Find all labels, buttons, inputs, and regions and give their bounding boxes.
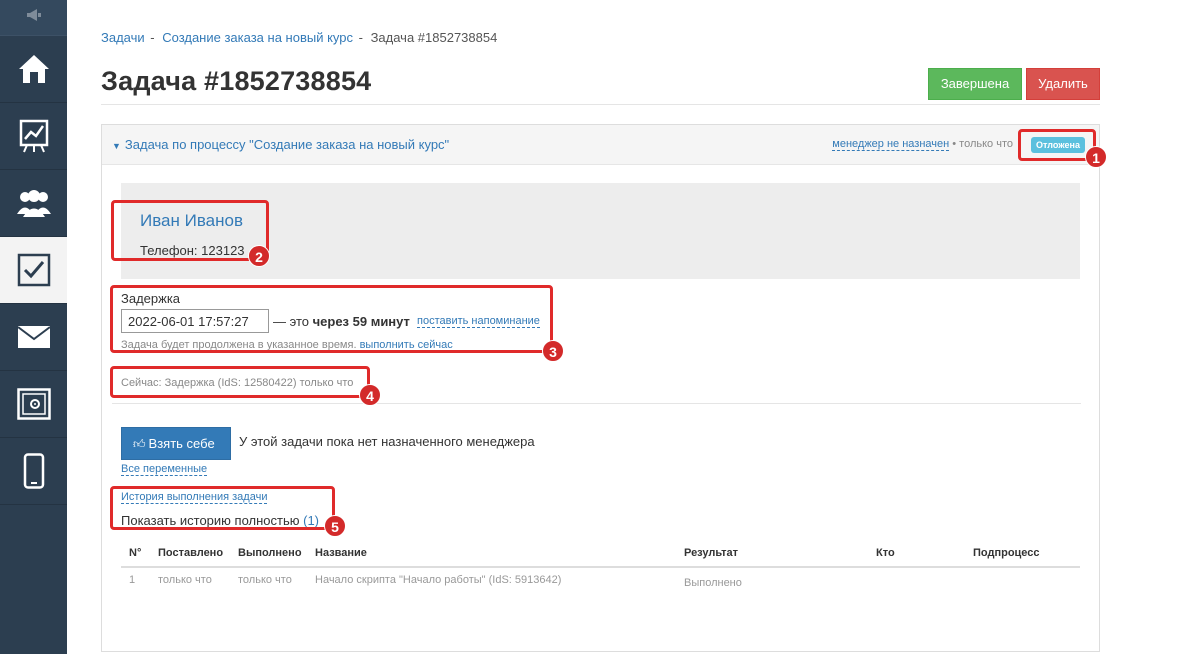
current-status: Сейчас: Задержка (IdS: 12580422) только …	[121, 377, 354, 389]
no-manager-text: У этой задачи пока нет назначенного мене…	[239, 434, 535, 449]
checkbox-icon	[17, 253, 51, 287]
table-cell	[868, 567, 965, 597]
thumbs-up-icon: 👍︎	[133, 437, 146, 451]
delay-datetime-input[interactable]	[121, 309, 269, 333]
take-task-button[interactable]: 👍︎ Взять себе	[121, 427, 231, 460]
column-header: Кто	[868, 539, 965, 568]
table-cell: Начало скрипта "Начало работы" (IdS: 591…	[315, 574, 562, 586]
client-name-link[interactable]: Иван Иванов	[140, 211, 243, 231]
manager-link[interactable]: менеджер не назначен	[832, 138, 950, 151]
column-header: Подпроцесс	[965, 539, 1080, 568]
table-row: 1 только что только что Начало скрипта "…	[121, 567, 1080, 597]
annotation-number: 2	[248, 245, 270, 267]
sidebar-item-mobile[interactable]	[0, 438, 67, 505]
main-content: Задачи - Создание заказа на новый курс -…	[101, 0, 1100, 654]
breadcrumb-link-process[interactable]: Создание заказа на новый курс	[162, 30, 353, 45]
show-full-history-link[interactable]: Показать историю полностью (1)	[121, 513, 319, 528]
history-count: (1)	[303, 513, 319, 528]
annotation-number: 1	[1085, 146, 1107, 168]
table-cell: только что	[158, 574, 212, 586]
megaphone-icon	[25, 8, 43, 27]
caret-down-icon: ▼	[112, 141, 121, 151]
task-panel-header: ▼ Задача по процессу "Создание заказа на …	[102, 125, 1099, 165]
task-panel-meta: менеджер не назначен • только что	[832, 138, 1013, 151]
sidebar	[0, 0, 67, 654]
breadcrumb: Задачи - Создание заказа на новый курс -…	[101, 30, 497, 45]
users-icon	[16, 188, 52, 218]
table-cell: только что	[238, 574, 292, 586]
envelope-icon	[16, 325, 51, 349]
sidebar-item-home[interactable]	[0, 36, 67, 103]
column-header: Поставлено	[150, 539, 230, 568]
meta-separator: •	[949, 138, 960, 150]
all-variables-link[interactable]: Все переменные	[121, 463, 208, 476]
delay-prefix: — это	[273, 314, 313, 329]
run-now-link[interactable]: выполнить сейчас	[356, 339, 453, 352]
table-cell: 1	[129, 574, 136, 586]
done-button[interactable]: Завершена	[928, 68, 1022, 100]
delay-note: Задача будет продолжена в указанное врем…	[121, 339, 453, 352]
annotation-number: 3	[542, 340, 564, 362]
task-panel: ▼ Задача по процессу "Создание заказа на …	[101, 124, 1100, 652]
task-panel-toggle[interactable]: ▼ Задача по процессу "Создание заказа на …	[112, 137, 449, 152]
history-table: N° Поставлено Выполнено Название Результ…	[121, 539, 1080, 597]
delete-button[interactable]: Удалить	[1026, 68, 1100, 100]
delay-note-text: Задача будет продолжена в указанное врем…	[121, 339, 357, 351]
take-task-label: Взять себе	[148, 436, 215, 451]
delay-relative-text: — это через 59 минут	[273, 314, 410, 329]
divider	[112, 403, 1081, 404]
sidebar-item-tasks[interactable]	[0, 237, 67, 304]
breadcrumb-link-tasks[interactable]: Задачи	[101, 30, 145, 45]
client-phone: Телефон: 123123	[140, 243, 245, 258]
delay-label: Задержка	[121, 291, 181, 306]
page-title: Задача #1852738854	[101, 66, 372, 96]
column-header: Результат	[676, 539, 868, 568]
safe-icon	[16, 388, 51, 420]
sidebar-item-announcements[interactable]	[0, 0, 67, 36]
history-link[interactable]: История выполнения задачи	[121, 491, 268, 504]
column-header: N°	[121, 539, 150, 568]
table-cell: Выполнено	[684, 577, 742, 589]
sidebar-item-safe[interactable]	[0, 371, 67, 438]
sidebar-item-mail[interactable]	[0, 304, 67, 371]
table-cell	[965, 567, 1080, 597]
home-icon	[17, 53, 51, 85]
breadcrumb-separator: -	[355, 30, 367, 45]
sidebar-item-reports[interactable]	[0, 103, 67, 170]
column-header: Выполнено	[230, 539, 307, 568]
table-header-row: N° Поставлено Выполнено Название Результ…	[121, 539, 1080, 568]
chart-board-icon	[19, 119, 49, 153]
status-badge: Отложена	[1031, 137, 1085, 153]
sidebar-item-users[interactable]	[0, 170, 67, 237]
annotation-number: 5	[324, 515, 346, 537]
show-full-history-label: Показать историю полностью	[121, 513, 300, 528]
phone-icon	[23, 453, 45, 489]
breadcrumb-current: Задача #1852738854	[370, 30, 498, 45]
set-reminder-link[interactable]: поставить напоминание	[417, 315, 540, 328]
annotation-number: 4	[359, 384, 381, 406]
breadcrumb-separator: -	[146, 30, 159, 45]
task-panel-title: Задача по процессу "Создание заказа на н…	[124, 137, 450, 152]
task-time: только что	[959, 138, 1013, 150]
column-header: Название	[307, 539, 676, 568]
delay-relative-value: через 59 минут	[312, 314, 410, 329]
divider	[101, 104, 1100, 105]
